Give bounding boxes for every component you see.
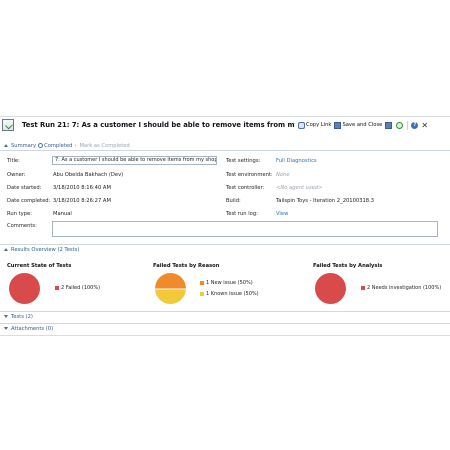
save-and-close-button[interactable]: Save and Close — [334, 121, 383, 129]
failed-by-analysis-title: Failed Tests by Analysis — [313, 263, 383, 269]
results-overview-label: Results Overview (2 Tests) — [11, 246, 80, 253]
results-overview-header[interactable]: Results Overview (2 Tests) — [0, 244, 450, 254]
build-value: Tailspin Toys - Iteration 2_20100318.3 — [276, 198, 375, 204]
test-settings-label: Test settings: — [226, 158, 261, 164]
close-icon: ✕ — [421, 120, 429, 130]
expand-attachments-icon — [4, 327, 8, 330]
failed-by-reason-pie — [155, 273, 186, 304]
test-run-log-link[interactable]: View — [276, 211, 288, 217]
page: { "window": { "title": "Test Run 21: 7: … — [0, 0, 450, 450]
owner-value: Abu Obeida Bakhach (Dev) — [53, 172, 124, 178]
collapse-summary-icon[interactable] — [4, 144, 8, 147]
failed-by-reason-title: Failed Tests by Reason — [153, 263, 220, 269]
date-started-label: Date started: — [7, 185, 42, 191]
refresh-button[interactable] — [396, 121, 404, 129]
summary-form: Title: 7: As a customer I should be able… — [0, 153, 450, 243]
attachments-section-label: Attachments (0) — [11, 325, 54, 332]
owner-label: Owner: — [7, 172, 26, 178]
current-state-chart: Current State of Tests 2 Failed (100%) — [0, 257, 150, 307]
test-run-window: Test Run 21: 7: As a customer I should b… — [0, 116, 450, 336]
title-bar: Test Run 21: 7: As a customer I should b… — [0, 117, 450, 133]
run-type-value: Manual — [53, 211, 72, 217]
collapse-results-icon — [4, 248, 8, 251]
chevron-separator: › — [74, 142, 77, 149]
toolbar-divider — [407, 120, 409, 130]
current-state-legend-label: 2 Failed (100%) — [61, 285, 101, 291]
test-run-icon — [2, 119, 14, 131]
attachments-section-header[interactable]: Attachments (0) — [0, 323, 450, 333]
copy-link-label: Copy Link — [306, 122, 332, 128]
new-issue-legend-label: 1 New issue (50%) — [206, 280, 253, 286]
date-completed-label: Date completed: — [7, 198, 51, 204]
tests-section-label: Tests (2) — [11, 313, 33, 320]
current-state-title: Current State of Tests — [7, 263, 72, 269]
title-label: Title: — [7, 158, 20, 164]
comments-input[interactable] — [52, 221, 438, 237]
current-state-legend: 2 Failed (100%) — [55, 285, 100, 291]
title-input[interactable]: 7: As a customer I should be able to rem… — [52, 156, 217, 165]
needs-investigation-swatch — [361, 286, 365, 290]
summary-section-label[interactable]: Summary — [11, 143, 36, 149]
comments-label: Comments: — [7, 223, 37, 229]
failed-swatch — [55, 286, 59, 290]
run-type-label: Run type: — [7, 211, 32, 217]
date-started-value: 3/18/2010 8:16:40 AM — [53, 185, 111, 191]
failed-by-reason-chart: Failed Tests by Reason 1 New issue (50%)… — [150, 257, 300, 307]
test-environment-value: None — [276, 172, 290, 178]
copy-link-button[interactable]: Copy Link — [298, 121, 332, 129]
save-and-close-label: Save and Close — [342, 122, 383, 128]
summary-bar: Summary Completed › Mark as Completed — [0, 141, 450, 151]
save-icon — [334, 121, 342, 129]
needs-investigation-legend: 2 Needs investigation (100%) — [361, 285, 441, 291]
mark-as-completed-button[interactable]: Mark as Completed — [79, 143, 129, 149]
completed-status: Completed — [44, 142, 73, 149]
new-issue-legend: 1 New issue (50%) — [200, 280, 253, 286]
close-button[interactable]: ✕ — [421, 120, 429, 130]
needs-investigation-legend-label: 2 Needs investigation (100%) — [367, 285, 442, 291]
help-button[interactable]: ? — [411, 121, 419, 129]
build-label: Build: — [226, 198, 241, 204]
expand-tests-icon — [4, 315, 8, 318]
refresh-icon — [396, 121, 404, 129]
link-icon — [298, 121, 305, 129]
known-issue-legend-label: 1 Known issue (50%) — [206, 291, 259, 297]
help-icon: ? — [411, 121, 419, 129]
test-controller-value: <No agent used> — [276, 185, 323, 191]
known-issue-legend: 1 Known issue (50%) — [200, 291, 259, 297]
current-state-pie-slice-failed — [9, 273, 40, 304]
test-controller-label: Test controller: — [226, 185, 265, 191]
failed-by-analysis-pie-slice — [315, 273, 346, 304]
new-issue-swatch — [200, 281, 204, 285]
floppy-icon — [385, 121, 393, 129]
failed-by-analysis-chart: Failed Tests by Analysis 2 Needs investi… — [300, 257, 450, 307]
test-environment-label: Test environment: — [226, 172, 273, 178]
tests-section-header[interactable]: Tests (2) — [0, 311, 450, 321]
date-completed-value: 3/18/2010 8:26:27 AM — [53, 198, 111, 204]
known-issue-swatch — [200, 292, 204, 296]
test-settings-link[interactable]: Full Diagnostics — [276, 158, 317, 164]
completed-status-icon — [38, 143, 44, 148]
save-button[interactable] — [385, 121, 393, 129]
window-title: Test Run 21: 7: As a customer I should b… — [22, 121, 295, 129]
test-run-log-label: Test run log: — [226, 211, 258, 217]
